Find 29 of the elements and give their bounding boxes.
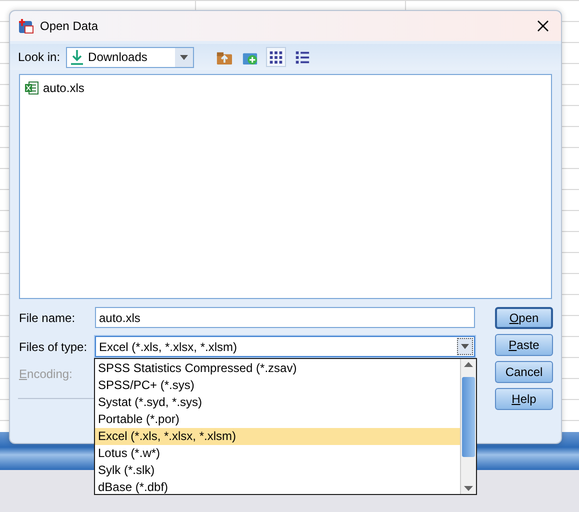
window-title: Open Data — [40, 18, 98, 35]
download-icon — [70, 49, 84, 65]
dialog-button[interactable]: Open — [495, 307, 553, 329]
scrollbar[interactable] — [460, 359, 476, 494]
files-of-type-label: Files of type: — [19, 338, 88, 356]
caret-icon — [461, 344, 469, 349]
spreadsheet-file-icon — [24, 81, 39, 95]
caret-icon — [180, 54, 188, 60]
dialog-button[interactable]: Help — [495, 388, 553, 410]
file-type-option[interactable]: Lotus (*.w*) — [95, 445, 460, 462]
look-in-dropdown[interactable]: Downloads — [66, 46, 194, 68]
list-view-button[interactable] — [266, 47, 286, 67]
file-type-option[interactable]: Sylk (*.slk) — [95, 462, 460, 479]
file-type-option[interactable]: SPSS Statistics Compressed (*.zsav) — [95, 360, 460, 377]
details-view-icon — [294, 48, 310, 66]
file-type-option[interactable]: Excel (*.xls, *.xlsx, *.xlsm) — [95, 428, 460, 445]
look-in-label: Look in: — [18, 49, 60, 66]
files-of-type-dropdown[interactable]: Excel (*.xls, *.xlsx, *.xlsm) — [95, 336, 475, 357]
file-name-field[interactable]: auto.xls — [95, 307, 475, 328]
file-type-option[interactable]: SPSS/PC+ (*.sys) — [95, 377, 460, 394]
app-icon — [18, 18, 34, 34]
encoding-label: Encoding: — [19, 366, 74, 383]
dialog-button[interactable]: Paste — [495, 334, 553, 356]
file-name-label: File name: — [19, 310, 76, 326]
file-type-option[interactable]: Portable (*.por) — [95, 411, 460, 428]
dialog-button[interactable]: Cancel — [495, 361, 553, 383]
file-item[interactable]: auto.xls — [22, 79, 86, 97]
list-view-icon — [268, 48, 284, 66]
file-type-option[interactable]: Systat (*.syd, *.sys) — [95, 394, 460, 411]
